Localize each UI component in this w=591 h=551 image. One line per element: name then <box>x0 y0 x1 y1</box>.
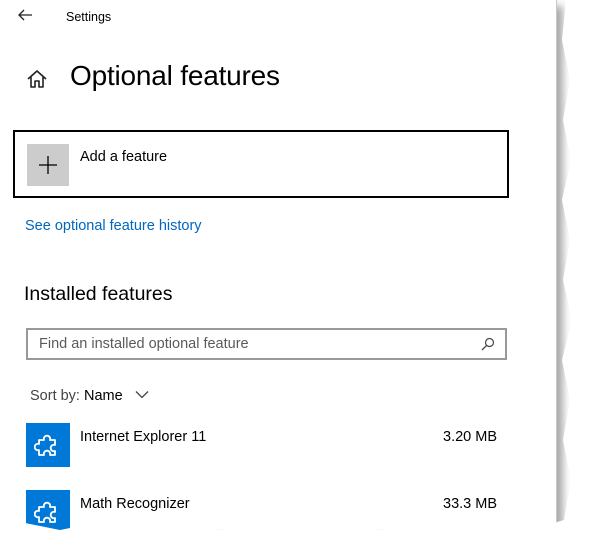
feature-history-link[interactable]: See optional feature history <box>25 218 202 234</box>
search-box[interactable] <box>26 328 507 360</box>
window-title: Settings <box>66 10 112 24</box>
home-icon[interactable] <box>24 66 50 92</box>
puzzle-piece-icon <box>26 490 70 530</box>
feature-size: 33.3 MB <box>443 496 497 512</box>
page-title: Optional features <box>70 60 280 91</box>
feature-size: 3.20 MB <box>443 429 497 445</box>
title-bar: Settings <box>0 0 556 36</box>
sort-dropdown[interactable]: Sort by: Name <box>30 388 149 404</box>
sort-value: Name <box>84 388 123 404</box>
add-feature-button[interactable]: Add a feature <box>13 130 509 198</box>
puzzle-piece-icon <box>26 423 70 467</box>
add-feature-label: Add a feature <box>80 149 168 165</box>
feature-name: Internet Explorer 11 <box>80 429 207 445</box>
chevron-down-icon <box>135 390 149 399</box>
installed-features-heading: Installed features <box>24 283 173 305</box>
plus-tile <box>27 144 69 186</box>
sort-label: Sort by: <box>30 388 80 404</box>
feature-list-item[interactable]: Internet Explorer 11 3.20 MB <box>24 423 504 471</box>
search-input[interactable] <box>28 330 479 358</box>
feature-list-item[interactable]: Math Recognizer 33.3 MB <box>24 490 504 530</box>
plus-icon <box>39 156 57 174</box>
settings-window: Settings Optional features Add a feature… <box>0 0 557 530</box>
search-icon[interactable] <box>481 337 495 351</box>
back-arrow-icon[interactable] <box>14 4 36 26</box>
feature-name: Math Recognizer <box>80 496 190 512</box>
